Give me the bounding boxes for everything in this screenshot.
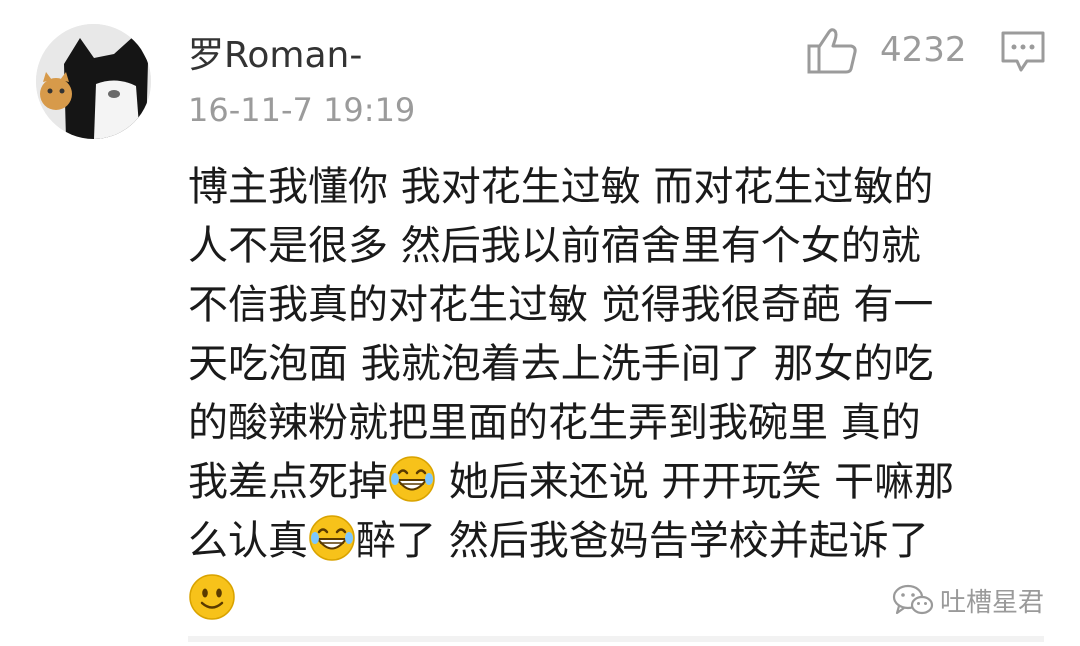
grinning-tears-emoji-icon [389, 456, 435, 502]
comment-text: 人不是很多 然后我以前宿舍里有个女的就 [188, 223, 921, 269]
comment-line: 的酸辣粉就把里面的花生弄到我碗里 真的 [188, 394, 1048, 453]
comment-text: 不信我真的对花生过敏 觉得我很奇葩 有一 [188, 282, 934, 328]
thumbs-up-icon[interactable] [806, 26, 858, 74]
cat-avatar-image [36, 24, 151, 139]
comment-body: 博主我懂你 我对花生过敏 而对花生过敏的 人不是很多 然后我以前宿舍里有个女的就… [188, 158, 1048, 630]
grinning-tears-emoji-icon [309, 515, 355, 561]
avatar[interactable] [36, 24, 151, 139]
comment-line: 天吃泡面 我就泡着去上洗手间了 那女的吃 [188, 335, 1048, 394]
comment-line: 么认真 醉了 然后我爸妈告学校并起诉了 [188, 512, 1048, 571]
comment-timestamp: 16-11-7 19:19 [188, 91, 416, 129]
comment-line: 我差点死掉 她后来还说 开开玩笑 干嘛那 [188, 453, 1048, 512]
comment-text: 的酸辣粉就把里面的花生弄到我碗里 真的 [188, 400, 921, 446]
comment-text: 么认真 [188, 518, 308, 564]
like-count: 4232 [880, 30, 967, 70]
watermark-text: 吐槽星君 [940, 587, 1045, 618]
wechat-icon [892, 584, 934, 615]
comment-text: 我差点死掉 [188, 459, 388, 505]
comment-line: 不信我真的对花生过敏 觉得我很奇葩 有一 [188, 276, 1048, 335]
comment-line: 博主我懂你 我对花生过敏 而对花生过敏的 [188, 158, 1048, 217]
comment-reply-icon[interactable] [1000, 30, 1046, 74]
smile-emoji-icon [189, 574, 235, 620]
comment-text: 天吃泡面 我就泡着去上洗手间了 那女的吃 [188, 341, 934, 387]
divider [188, 636, 1044, 642]
username[interactable]: 罗Roman- [188, 32, 362, 80]
comment-text: 博主我懂你 我对花生过敏 而对花生过敏的 [188, 164, 934, 210]
watermark: 吐槽星君 [892, 580, 1044, 620]
comment-text: 她后来还说 开开玩笑 干嘛那 [436, 459, 955, 505]
comment-line: 人不是很多 然后我以前宿舍里有个女的就 [188, 217, 1048, 276]
comment-text: 醉了 然后我爸妈告学校并起诉了 [356, 518, 929, 564]
